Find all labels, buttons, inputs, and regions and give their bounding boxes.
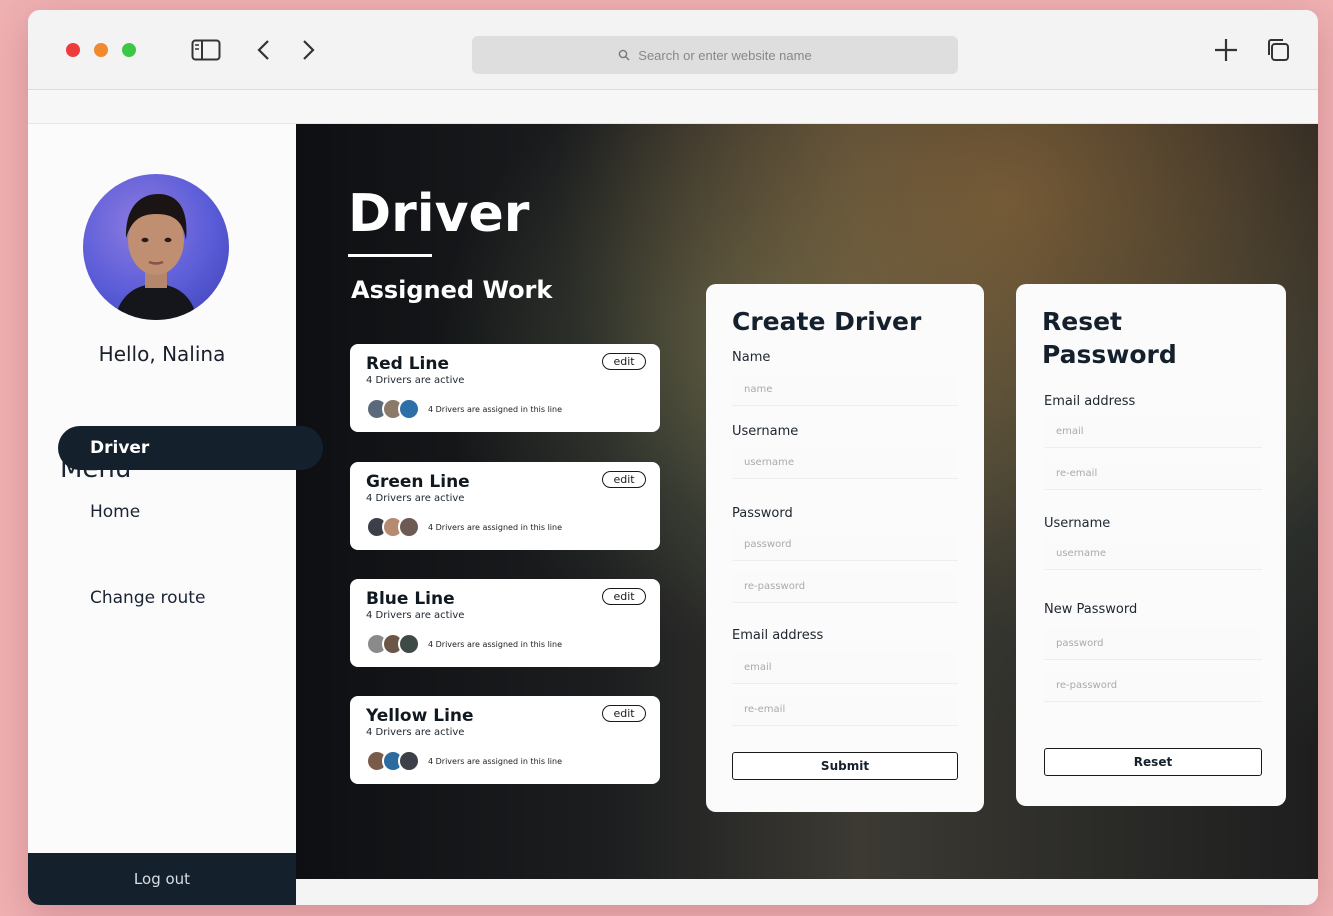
reset-password-title-line2: Password	[1042, 339, 1177, 369]
assigned-text: 4 Drivers are assigned in this line	[428, 756, 563, 766]
driver-avatar	[398, 633, 420, 655]
reset-email-label: Email address	[1044, 394, 1136, 409]
username-input[interactable]: username	[732, 447, 958, 479]
reset-username-label: Username	[1044, 516, 1111, 531]
line-active-count: 4 Drivers are active	[366, 610, 465, 621]
driver-avatar	[398, 398, 420, 420]
edit-button[interactable]: edit	[602, 588, 646, 605]
line-card-red: Red Line 4 Drivers are active edit 4 Dri…	[350, 344, 660, 432]
sidebar-item-driver[interactable]: Driver	[58, 426, 323, 470]
reset-reemail-input[interactable]: re-email	[1044, 458, 1262, 490]
driver-avatar	[398, 516, 420, 538]
reset-username-input[interactable]: username	[1044, 538, 1262, 570]
driver-avatar	[398, 750, 420, 772]
close-window-button[interactable]	[66, 43, 80, 57]
tabs-overview-icon[interactable]	[1260, 32, 1296, 68]
drivers-avatars: 4 Drivers are assigned in this line	[366, 750, 562, 772]
minimize-window-button[interactable]	[94, 43, 108, 57]
maximize-window-button[interactable]	[122, 43, 136, 57]
line-card-green: Green Line 4 Drivers are active edit 4 D…	[350, 462, 660, 550]
reset-button[interactable]: Reset	[1044, 748, 1262, 776]
repassword-input[interactable]: re-password	[732, 571, 958, 603]
avatar	[83, 174, 229, 320]
assigned-text: 4 Drivers are assigned in this line	[428, 639, 563, 649]
assigned-text: 4 Drivers are assigned in this line	[428, 404, 563, 414]
create-driver-title: Create Driver	[732, 307, 922, 336]
line-active-count: 4 Drivers are active	[366, 493, 465, 504]
logout-button[interactable]: Log out	[28, 853, 296, 905]
browser-toolbar: Search or enter website name	[28, 10, 1318, 90]
drivers-avatars: 4 Drivers are assigned in this line	[366, 633, 562, 655]
sidebar-toggle-icon[interactable]	[188, 32, 224, 68]
line-active-count: 4 Drivers are active	[366, 375, 465, 386]
title-underline	[348, 254, 432, 257]
create-driver-form: Create Driver Name name Username usernam…	[706, 284, 984, 812]
new-repassword-input[interactable]: re-password	[1044, 670, 1262, 702]
submit-button[interactable]: Submit	[732, 752, 958, 780]
reset-password-form: Reset Password Email address email re-em…	[1016, 284, 1286, 806]
password-label: Password	[732, 506, 793, 521]
name-input[interactable]: name	[732, 374, 958, 406]
back-arrow-icon[interactable]	[246, 32, 282, 68]
new-password-input[interactable]: password	[1044, 628, 1262, 660]
name-label: Name	[732, 350, 771, 365]
main-content: Driver Assigned Work Red Line 4 Drivers …	[296, 124, 1318, 879]
reset-email-input[interactable]: email	[1044, 416, 1262, 448]
drivers-avatars: 4 Drivers are assigned in this line	[366, 516, 562, 538]
username-label: Username	[732, 424, 799, 439]
section-title: Assigned Work	[351, 276, 553, 304]
browser-window: Search or enter website name Hello, Nali…	[28, 10, 1318, 905]
edit-button[interactable]: edit	[602, 705, 646, 722]
new-password-label: New Password	[1044, 602, 1138, 617]
password-input[interactable]: password	[732, 529, 958, 561]
line-active-count: 4 Drivers are active	[366, 727, 465, 738]
assigned-text: 4 Drivers are assigned in this line	[428, 522, 563, 532]
reset-password-title-line1: Reset	[1042, 307, 1122, 336]
email-label: Email address	[732, 628, 824, 643]
reemail-input[interactable]: re-email	[732, 694, 958, 726]
sidebar: Hello, Nalina Menu Home Change route Log…	[28, 124, 296, 905]
address-placeholder: Search or enter website name	[638, 47, 812, 63]
edit-button[interactable]: edit	[602, 471, 646, 488]
sidebar-item-home[interactable]: Home	[90, 502, 140, 522]
line-card-yellow: Yellow Line 4 Drivers are active edit 4 …	[350, 696, 660, 784]
greeting-text: Hello, Nalina	[98, 342, 226, 366]
new-tab-plus-icon[interactable]	[1208, 32, 1244, 68]
sidebar-item-change-route[interactable]: Change route	[90, 588, 205, 608]
email-input[interactable]: email	[732, 652, 958, 684]
toolbar-band	[28, 90, 1318, 124]
main-bottom-strip	[296, 879, 1318, 905]
address-bar[interactable]: Search or enter website name	[472, 36, 958, 74]
page-title: Driver	[348, 184, 530, 244]
line-card-blue: Blue Line 4 Drivers are active edit 4 Dr…	[350, 579, 660, 667]
drivers-avatars: 4 Drivers are assigned in this line	[366, 398, 562, 420]
forward-arrow-icon[interactable]	[290, 32, 326, 68]
edit-button[interactable]: edit	[602, 353, 646, 370]
search-icon	[618, 49, 630, 61]
